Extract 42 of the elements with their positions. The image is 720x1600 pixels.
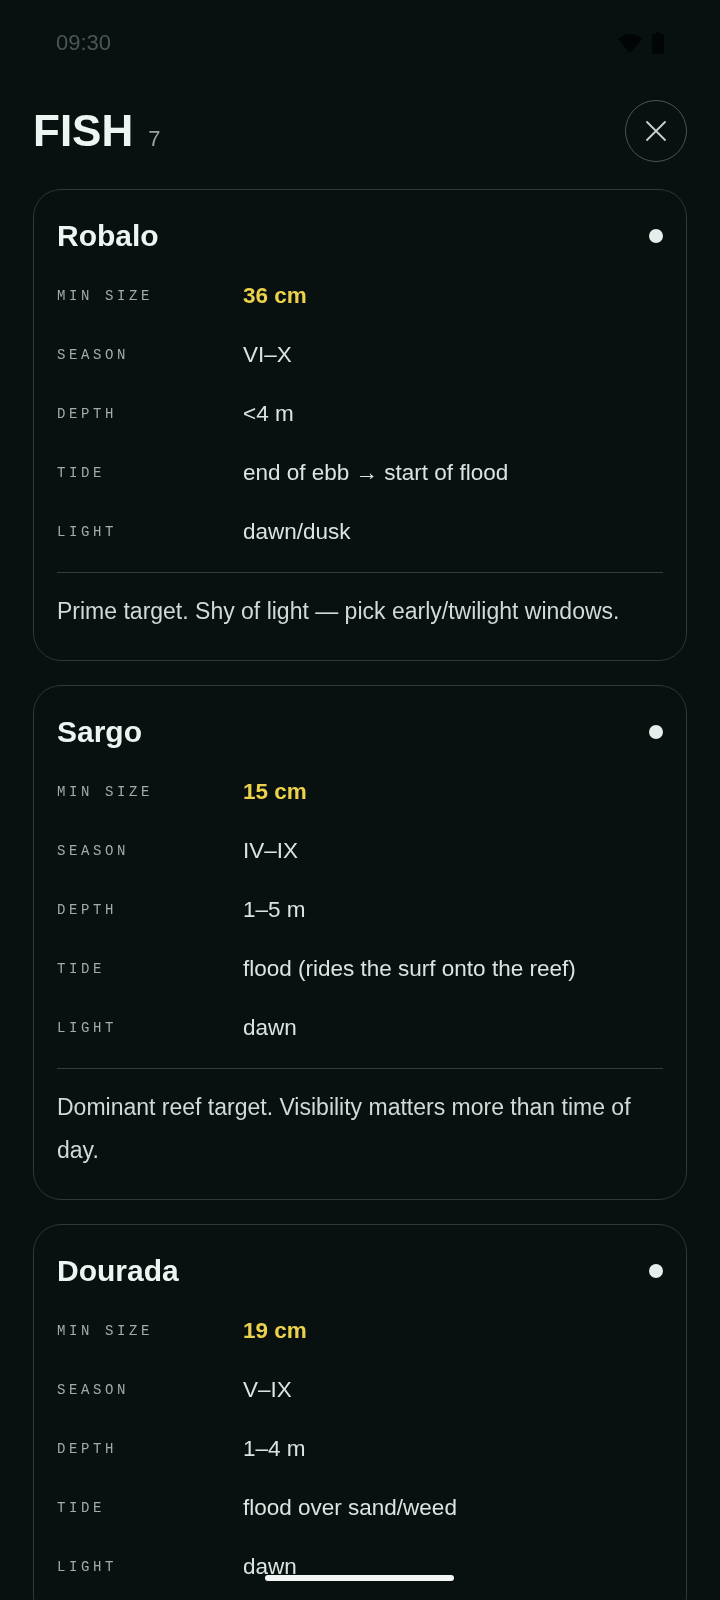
field-value: flood over sand/weed (243, 1494, 457, 1521)
status-dot-icon (649, 725, 663, 739)
field-value: flood (rides the surf onto the reef) (243, 955, 576, 982)
field-value: 36 cm (243, 282, 307, 309)
field-label: SEASON (57, 842, 130, 859)
note-text: Prime target. Shy of light — pick early/twilight windows. (57, 597, 621, 626)
field-label: LIGHT (57, 523, 118, 540)
field-label: TIDE (57, 464, 106, 481)
field-label: SEASON (57, 1381, 130, 1398)
field-label: MIN SIZE (57, 783, 154, 800)
item-count: 7 (148, 126, 161, 152)
field-value: dawn (243, 1014, 297, 1041)
fish-name: Robalo (57, 218, 159, 254)
field-value: <4 m (243, 400, 294, 427)
field-value: IV–IX (243, 837, 299, 864)
field-value: end of ebb → start of flood (243, 459, 509, 486)
field-value: VI–X (243, 341, 292, 368)
fish-name: Sargo (57, 714, 143, 750)
page-title: FISH (33, 106, 134, 156)
field-label: DEPTH (57, 901, 118, 918)
field-label: LIGHT (57, 1558, 118, 1575)
field-value: 15 cm (243, 778, 307, 805)
field-value: 1–4 m (243, 1435, 306, 1462)
field-label: MIN SIZE (57, 1322, 154, 1339)
close-icon (646, 121, 666, 141)
field-label: TIDE (57, 1499, 106, 1516)
field-label: DEPTH (57, 1440, 118, 1457)
status-dot-icon (649, 1264, 663, 1278)
status-time: 09:30 (56, 30, 112, 56)
field-label: LIGHT (57, 1019, 118, 1036)
status-dot-icon (649, 229, 663, 243)
field-label: TIDE (57, 960, 106, 977)
note-text: Dominant reef target. Visibility matters more than time of day. (57, 1093, 632, 1165)
field-value: dawn (243, 1553, 297, 1580)
field-value: 19 cm (243, 1317, 307, 1344)
field-label: SEASON (57, 346, 130, 363)
field-value: 1–5 m (243, 896, 306, 923)
field-value: dawn/dusk (243, 518, 351, 545)
field-label: MIN SIZE (57, 287, 154, 304)
fish-name: Dourada (57, 1253, 179, 1289)
field-value: V–IX (243, 1376, 292, 1403)
field-label: DEPTH (57, 405, 118, 422)
